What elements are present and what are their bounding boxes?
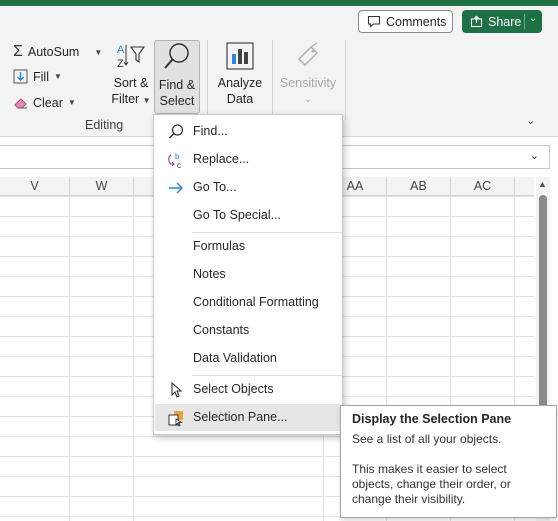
- svg-text:b: b: [175, 152, 180, 161]
- autosum-label: AutoSum: [27, 45, 80, 59]
- chevron-down-icon[interactable]: ▼: [94, 48, 102, 57]
- svg-text:A: A: [117, 44, 125, 56]
- find-select-button[interactable]: Find & Select ▼: [154, 40, 200, 123]
- comments-label: Comments: [386, 14, 447, 29]
- tooltip-line: change their visibility.: [352, 492, 466, 506]
- share-divider: [524, 14, 525, 29]
- fill-down-icon: [13, 69, 28, 84]
- fill-label: Fill: [33, 69, 49, 84]
- tooltip-spacer: [352, 447, 545, 462]
- share-icon: [470, 15, 483, 28]
- arrow-right-icon: [169, 182, 183, 194]
- comments-button[interactable]: Comments: [358, 10, 453, 33]
- share-button[interactable]: Share ⌄: [462, 10, 542, 33]
- editing-group-label: Editing: [85, 118, 124, 132]
- analyze-data-icon: [226, 42, 254, 70]
- menu-item-notes[interactable]: Notes: [155, 261, 341, 288]
- analyze-data-button[interactable]: Analyze Data: [214, 41, 266, 111]
- grid-line: [133, 196, 134, 521]
- pointer-icon: [171, 381, 183, 398]
- column-header-w[interactable]: W: [70, 177, 134, 196]
- clear-button[interactable]: Clear ▼: [13, 95, 76, 110]
- column-header-ab[interactable]: AB: [387, 177, 451, 196]
- tooltip-line: This makes it easier to select: [352, 462, 507, 476]
- chevron-down-icon[interactable]: ▼: [68, 98, 76, 107]
- comment-icon: [367, 15, 381, 28]
- tooltip-line: See a list of all your objects.: [352, 432, 502, 446]
- find-select-line1: Find &: [158, 78, 196, 92]
- search-icon: [168, 124, 184, 139]
- menu-item-selection-pane[interactable]: Selection Pane...: [155, 404, 341, 431]
- chevron-down-icon: ▼: [142, 96, 151, 105]
- sensitivity-tag-icon: [298, 42, 318, 66]
- menu-item-data-validation[interactable]: Data Validation: [155, 345, 341, 372]
- sensitivity-button: Sensitivity ⌄: [278, 41, 338, 113]
- sort-filter-button[interactable]: AZ Sort & Filter ▼: [110, 41, 152, 111]
- autosum-button[interactable]: Σ AutoSum ▼: [13, 43, 102, 61]
- replace-icon: bc: [168, 152, 181, 169]
- sigma-icon: Σ: [13, 43, 23, 60]
- share-label: Share: [488, 14, 522, 29]
- column-header-v[interactable]: V: [0, 177, 70, 196]
- menu-item-conditional-formatting[interactable]: Conditional Formatting: [155, 289, 341, 316]
- group-divider: [272, 40, 273, 120]
- tooltip-title: Display the Selection Pane: [352, 412, 512, 426]
- group-divider: [345, 40, 346, 120]
- scroll-thumb[interactable]: [539, 195, 547, 425]
- clear-label: Clear: [33, 95, 63, 110]
- find-select-menu: Find... bc Replace... Go To... Go To Spe…: [153, 114, 343, 435]
- menu-item-formulas[interactable]: Formulas: [155, 233, 341, 260]
- sensitivity-label: Sensitivity: [279, 76, 337, 90]
- grid-line: [69, 196, 70, 521]
- chevron-down-icon[interactable]: ▼: [54, 72, 62, 81]
- sort-filter-icon: AZ: [117, 44, 146, 70]
- expand-formula-bar-chevron-icon[interactable]: ⌄: [530, 149, 539, 162]
- fill-button[interactable]: Fill ▼: [13, 69, 62, 84]
- analyze-line2: Data: [226, 92, 254, 106]
- menu-item-replace[interactable]: bc Replace...: [155, 146, 341, 173]
- menu-item-go-to-special[interactable]: Go To Special...: [155, 202, 341, 229]
- analyze-line1: Analyze: [217, 76, 263, 90]
- collapse-ribbon-chevron-icon[interactable]: ⌄: [526, 114, 535, 127]
- scroll-up-icon[interactable]: ▲: [538, 179, 547, 189]
- column-header-ac[interactable]: AC: [451, 177, 515, 196]
- svg-text:c: c: [177, 161, 181, 169]
- menu-item-select-objects[interactable]: Select Objects: [155, 376, 341, 403]
- svg-text:Z: Z: [117, 58, 124, 70]
- tooltip-line: objects, change their order, or: [352, 477, 511, 491]
- chevron-down-icon[interactable]: ⌄: [529, 13, 537, 24]
- sort-filter-line1: Sort &: [113, 76, 149, 90]
- selection-pane-icon: [168, 411, 184, 427]
- selection-pane-tooltip: Display the Selection Pane See a list of…: [340, 405, 557, 518]
- menu-item-constants[interactable]: Constants: [155, 317, 341, 344]
- magnifier-icon: [164, 43, 189, 69]
- group-divider: [207, 40, 208, 120]
- chevron-down-icon: ⌄: [304, 94, 312, 104]
- menu-item-go-to[interactable]: Go To...: [155, 174, 341, 201]
- eraser-icon: [14, 98, 27, 109]
- menu-item-find[interactable]: Find...: [155, 118, 341, 145]
- sort-filter-line2: Filter ▼: [111, 92, 151, 106]
